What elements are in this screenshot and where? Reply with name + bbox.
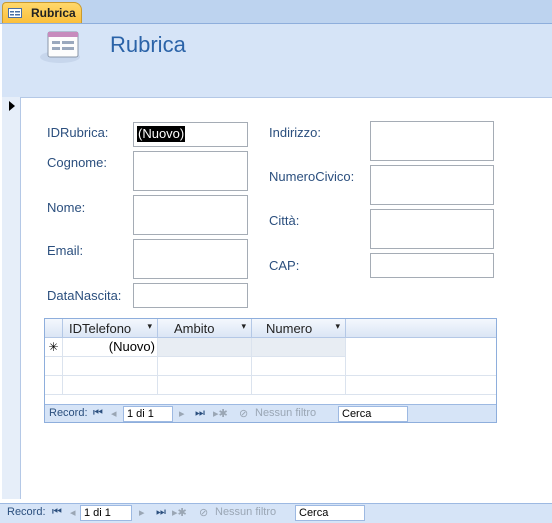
column-header-ambito[interactable]: Ambito ▾ [158,319,252,338]
indirizzo-field[interactable] [370,121,494,161]
chevron-down-icon[interactable]: ▾ [147,321,152,332]
new-row-idtelefono-cell[interactable]: (Nuovo) [63,338,158,357]
last-record-icon[interactable]: ⏭ [156,506,166,519]
chevron-down-icon[interactable]: ▾ [335,321,340,332]
first-record-icon[interactable]: ⏮ [52,506,62,519]
cognome-field[interactable] [133,151,248,191]
subform-record-navigation: Record: ⏮ ◂ 1 di 1 ▸ ⏭ ▸✱ ⊘ Nessun filtr… [45,404,496,422]
previous-record-icon[interactable]: ◂ [111,407,117,420]
nav-label: Record: [7,506,46,518]
record-navigation: Record: ⏮ ◂ 1 di 1 ▸ ⏭ ▸✱ ⊘ Nessun filtr… [0,503,552,523]
label-indirizzo: Indirizzo: [269,125,322,140]
grid-empty-cell [346,376,496,395]
citta-field[interactable] [370,209,494,249]
label-numerocivico: NumeroCivico: [269,169,355,184]
label-datanascita: DataNascita: [47,288,122,303]
grid-empty-cell [63,376,158,395]
column-header-numero[interactable]: Numero ▾ [252,319,346,338]
grid-empty-cell [158,357,252,376]
first-record-icon[interactable]: ⏮ [93,407,103,420]
new-row-ambito-cell[interactable] [158,338,252,357]
column-idtelefono-label: IDTelefono [69,321,132,336]
next-record-icon[interactable]: ▸ [139,506,145,519]
grid-empty-cell [45,357,63,376]
subform-select-all[interactable] [45,319,63,338]
grid-empty-cell [252,357,346,376]
current-record-arrow-icon [9,101,15,111]
grid-empty-cell [158,376,252,395]
form-icon [8,8,22,18]
search-input[interactable]: Cerca [295,505,365,521]
idrubrica-field[interactable]: (Nuovo) [133,122,248,147]
numerocivico-field[interactable] [370,165,494,205]
previous-record-icon[interactable]: ◂ [70,506,76,519]
column-ambito-label: Ambito [174,321,215,336]
subform-filter-label[interactable]: Nessun filtro [255,407,316,419]
form-title: Rubrica [110,32,186,57]
filter-icon[interactable]: ⊘ [199,506,208,519]
record-selector-bar[interactable] [2,97,21,499]
subform-nav-label: Record: [49,407,88,419]
new-record-nav-icon[interactable]: ▸✱ [172,506,187,519]
subform-search-input[interactable]: Cerca [338,406,408,422]
filter-label[interactable]: Nessun filtro [215,506,276,518]
label-cognome: Cognome: [47,155,107,170]
column-header-idtelefono[interactable]: IDTelefono ▾ [63,319,158,338]
telefoni-subform: IDTelefono ▾ Ambito ▾ Numero ▾ ✳ (Nuovo)… [44,318,497,423]
label-cap: CAP: [269,258,300,273]
label-email: Email: [47,243,84,258]
datanascita-field[interactable] [133,283,248,308]
cap-field[interactable] [370,253,494,278]
nome-field[interactable] [133,195,248,235]
record-position[interactable]: 1 di 1 [80,505,132,521]
last-record-icon[interactable]: ⏭ [195,407,205,420]
next-record-icon[interactable]: ▸ [179,407,185,420]
label-citta: Città: [269,213,300,228]
email-field[interactable] [133,239,248,279]
column-numero-label: Numero [266,321,313,336]
new-record-nav-icon[interactable]: ▸✱ [213,407,228,420]
grid-empty-cell [346,357,496,376]
grid-empty-cell [63,357,158,376]
filter-icon[interactable]: ⊘ [239,407,248,420]
form-icon [40,31,80,63]
grid-empty-cell [252,376,346,395]
label-nome: Nome: [47,200,86,215]
column-header-empty [346,319,496,338]
tab-label: Rubrica [31,6,76,20]
grid-empty-cell [45,376,63,395]
subform-record-position[interactable]: 1 di 1 [123,406,173,422]
label-idrubrica: IDRubrica: [47,125,109,140]
document-tab-strip [0,0,552,24]
tab-rubrica[interactable]: Rubrica [2,2,82,23]
chevron-down-icon[interactable]: ▾ [241,321,246,332]
idrubrica-value: (Nuovo) [137,126,186,142]
new-record-icon[interactable]: ✳ [45,338,63,357]
new-row-numero-cell[interactable] [252,338,346,357]
form-header [2,24,552,98]
